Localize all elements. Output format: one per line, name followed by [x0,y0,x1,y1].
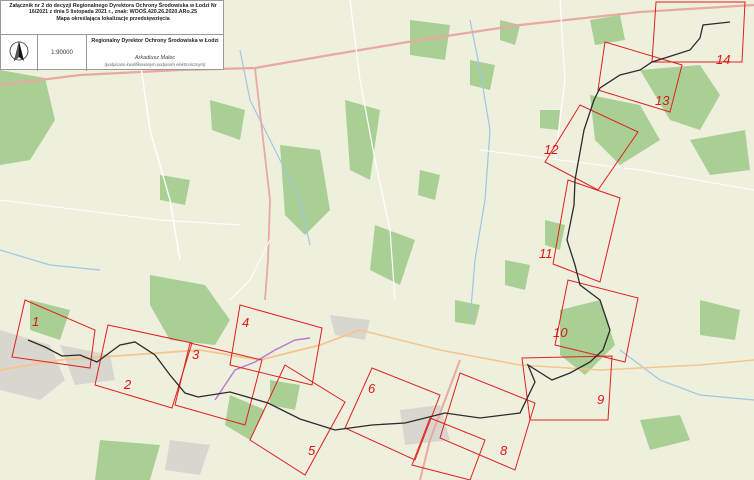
legend-header-line-2: 16/2021 z dnia 5 listopada 2021 r., znak… [28,9,198,16]
sheet-label-14: 14 [716,52,730,67]
sheet-label-2: 2 [123,377,132,392]
map-canvas[interactable]: 1 2 3 4 5 6 8 9 10 11 12 13 14 [0,0,754,480]
map-legend: Załącznik nr 2 do decyzji Regionalnego D… [0,0,224,71]
sheet-label-1: 1 [32,314,39,329]
sheet-label-4: 4 [242,315,249,330]
legend-header: Załącznik nr 2 do decyzji Regionalnego D… [3,3,223,22]
signature-note: (podpisano kwalifikowanym podpisem elekt… [104,62,206,67]
sheet-label-9: 9 [597,392,604,407]
sheet-label-11: 11 [539,246,553,261]
sheet-label-13: 13 [655,93,670,108]
signatory-name: Arkadiusz Malec [134,55,176,61]
sheet-label-12: 12 [544,142,559,157]
signatory-title: Regionalny Dyrektor Ochrony Środowiska w… [91,38,219,44]
sheet-label-3: 3 [192,347,200,362]
signature-block: Regionalny Dyrektor Ochrony Środowiska w… [87,35,223,71]
north-arrow-cell [1,35,38,71]
compass-arrow-icon [9,41,29,61]
sheet-label-10: 10 [553,325,568,340]
legend-header-line-3: Mapa określająca lokalizacje przedsięwzi… [56,15,170,22]
sheet-label-5: 5 [308,443,316,458]
legend-row: 1:90000 Regionalny Dyrektor Ochrony Środ… [1,34,223,71]
sheet-label-6: 6 [368,381,376,396]
sheet-label-8: 8 [500,443,508,458]
scale-value: 1:90000 [38,35,87,71]
